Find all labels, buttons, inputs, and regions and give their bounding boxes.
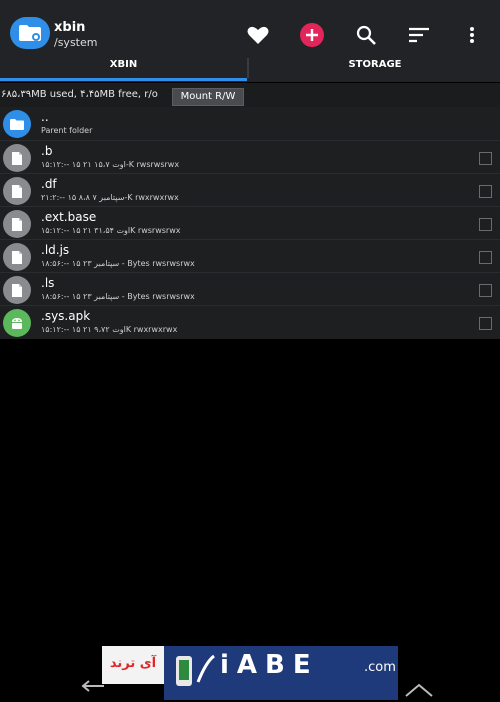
file-icon — [3, 177, 31, 205]
current-path: /system — [54, 36, 98, 49]
android-icon — [3, 309, 31, 337]
file-row[interactable]: .ld.js ۱۸:۵۶:-- ۱۵ سپتامبر ۲۳ - Bytes rw… — [0, 239, 500, 273]
file-row[interactable]: .ls ۱۸:۵۶:-- ۱۵ سپتامبر ۲۳ - Bytes rwsrw… — [0, 272, 500, 306]
file-icon — [3, 210, 31, 238]
file-icon — [3, 276, 31, 304]
folder-icon — [3, 110, 31, 138]
file-meta: ۱۵:۱۲:-- ۱۵ ۲۱ اوت ۹،۷۲K rwxrwxrwx — [41, 325, 178, 334]
home-icon[interactable] — [404, 682, 434, 702]
app-bar: xbin /system — [0, 0, 500, 56]
file-row[interactable]: .b ۱۵:۱۲:-- ۱۵ ۲۱ اوت ۱۵،۷-K rwsrwsrwx — [0, 140, 500, 174]
select-checkbox[interactable] — [479, 185, 492, 198]
file-row[interactable]: .sys.apk ۱۵:۱۲:-- ۱۵ ۲۱ اوت ۹،۷۲K rwxrwx… — [0, 305, 500, 339]
select-checkbox[interactable] — [479, 284, 492, 297]
storage-info-bar: ۶۸۵،۳۹MB used, ۴،۴۵MB free, r/o Mount R/… — [0, 83, 500, 107]
watermark-domain: .com — [364, 660, 396, 675]
parent-folder-row[interactable]: .. Parent folder — [0, 107, 500, 140]
file-name: .df — [41, 177, 57, 191]
mount-rw-button[interactable]: Mount R/W — [172, 88, 244, 106]
file-meta: ۱۵:۱۲:-- ۱۵ ۲۱ اوت ۳۱،۵۴K rwsrwsrwx — [41, 226, 181, 235]
file-name: .ls — [41, 276, 55, 290]
heart-icon[interactable] — [245, 22, 271, 48]
more-icon[interactable] — [459, 22, 485, 48]
file-meta: Parent folder — [41, 126, 93, 135]
file-meta: ۱۵:۱۲:-- ۱۵ ۲۱ اوت ۱۵،۷-K rwsrwsrwx — [41, 160, 180, 169]
select-checkbox[interactable] — [479, 317, 492, 330]
app-title: xbin — [54, 20, 86, 35]
file-name: .ext.base — [41, 210, 97, 224]
watermark-logo: iABE .com — [164, 646, 398, 700]
select-checkbox[interactable] — [479, 152, 492, 165]
folder-icon[interactable] — [10, 17, 50, 49]
phone-logo-icon — [176, 654, 215, 686]
tab-storage[interactable]: STORAGE — [250, 56, 500, 82]
select-checkbox[interactable] — [479, 251, 492, 264]
file-meta: ۱۸:۵۶:-- ۱۵ سپتامبر ۲۳ - Bytes rwsrwsrwx — [41, 259, 195, 268]
sort-icon[interactable] — [406, 22, 432, 48]
storage-usage-text: ۶۸۵،۳۹MB used, ۴،۴۵MB free, r/o — [1, 89, 158, 100]
tab-selection-indicator — [0, 78, 247, 81]
select-checkbox[interactable] — [479, 218, 492, 231]
file-list: .. Parent folder .b ۱۵:۱۲:-- ۱۵ ۲۱ اوت ۱… — [0, 107, 500, 339]
file-name: .b — [41, 144, 53, 158]
watermark-letters: iABE — [220, 650, 319, 680]
watermark-left-text: آی ترند — [109, 656, 157, 671]
file-row[interactable]: .df ۲۱:۲:-- ۱۵ سپتامبر ۷ ۸،۸-K rwxrwxrwx — [0, 173, 500, 207]
tab-divider — [247, 58, 249, 78]
add-icon[interactable] — [299, 22, 325, 48]
file-row[interactable]: .ext.base ۱۵:۱۲:-- ۱۵ ۲۱ اوت ۳۱،۵۴K rwsr… — [0, 206, 500, 240]
file-icon — [3, 243, 31, 271]
file-name: .. — [41, 110, 49, 124]
file-meta: ۲۱:۲:-- ۱۵ سپتامبر ۷ ۸،۸-K rwxrwxrwx — [41, 193, 179, 202]
search-icon[interactable] — [353, 22, 379, 48]
file-meta: ۱۸:۵۶:-- ۱۵ سپتامبر ۲۳ - Bytes rwsrwsrwx — [41, 292, 195, 301]
file-name: .ld.js — [41, 243, 70, 257]
file-name: .sys.apk — [41, 309, 91, 323]
watermark-logo-left: آی ترند — [102, 646, 164, 684]
file-icon — [3, 144, 31, 172]
